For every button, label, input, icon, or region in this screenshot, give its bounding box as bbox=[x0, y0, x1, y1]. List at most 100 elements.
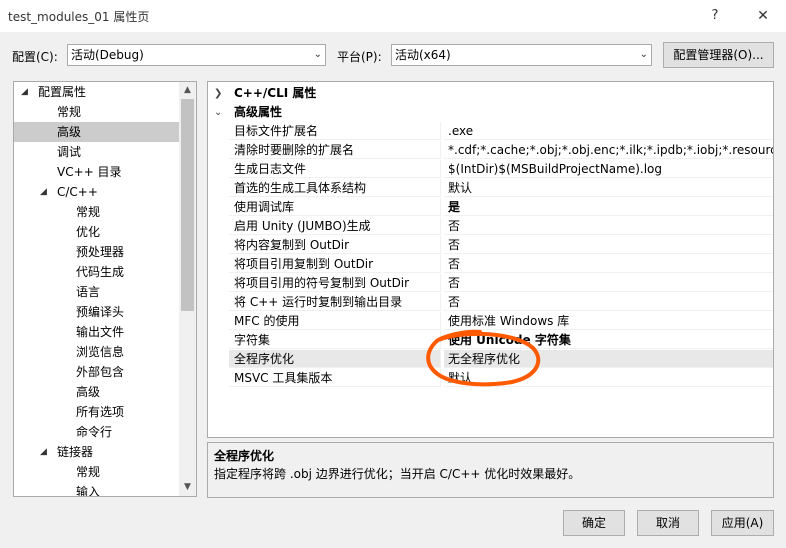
tree-item-label: VC++ 目录 bbox=[57, 165, 122, 179]
tree-item[interactable]: ◢ C/C++ bbox=[14, 182, 180, 202]
property-row[interactable]: 将内容复制到 OutDir 否 bbox=[208, 236, 773, 255]
tree-item-label: 所有选项 bbox=[76, 405, 125, 419]
property-tree[interactable]: ◢ 配置属性 常规 高级 调试 VC++ 目录 ◢ C/C++ 常规 优化 预处理器 代码生成 语言 预编… bbox=[13, 81, 197, 497]
tree-item[interactable]: ◢ 配置属性 bbox=[14, 82, 180, 102]
row-gutter bbox=[208, 179, 229, 198]
tree-item[interactable]: 输出文件 bbox=[14, 322, 180, 342]
scroll-thumb[interactable] bbox=[181, 99, 194, 311]
tree-item[interactable]: 常规 bbox=[14, 202, 180, 222]
description-panel: 全程序优化 指定程序将跨 .obj 边界进行优化；当开启 C/C++ 优化时效果… bbox=[207, 442, 774, 498]
property-value[interactable]: 否 bbox=[444, 255, 773, 273]
tree-item[interactable]: 所有选项 bbox=[14, 402, 180, 422]
config-label: 配置(C): bbox=[12, 50, 58, 64]
property-value[interactable]: *.cdf;*.cache;*.obj;*.obj.enc;*.ilk;*.ip… bbox=[444, 141, 773, 159]
tree-item-label: 浏览信息 bbox=[76, 345, 125, 359]
ok-button[interactable]: 确定 bbox=[563, 510, 625, 536]
expand-triangle-icon[interactable]: ◢ bbox=[21, 82, 28, 102]
row-gutter bbox=[208, 198, 229, 217]
row-gutter bbox=[208, 122, 229, 141]
close-icon[interactable]: ✕ bbox=[750, 4, 776, 28]
row-gutter bbox=[208, 312, 229, 331]
property-name: 将项目引用复制到 OutDir bbox=[229, 255, 441, 273]
property-row[interactable]: 将项目引用复制到 OutDir 否 bbox=[208, 255, 773, 274]
tree-item[interactable]: 调试 bbox=[14, 142, 180, 162]
property-row[interactable]: 将 C++ 运行时复制到输出目录否 bbox=[208, 293, 773, 312]
tree-item-label: 输出文件 bbox=[76, 325, 125, 339]
tree-scrollbar[interactable]: ▲ ▼ bbox=[179, 82, 196, 496]
category-label: C++/CLI 属性 bbox=[234, 86, 317, 100]
config-value: 活动(Debug) bbox=[71, 48, 144, 62]
category-label: 高级属性 bbox=[234, 105, 283, 119]
chevron-right-icon[interactable]: ❯ bbox=[214, 84, 222, 103]
platform-label: 平台(P): bbox=[337, 50, 382, 64]
property-value[interactable]: $(IntDir)$(MSBuildProjectName).log bbox=[444, 160, 773, 178]
tree-item-label: 语言 bbox=[76, 285, 101, 299]
platform-select[interactable]: 活动(x64) ⌄ bbox=[391, 44, 652, 66]
row-gutter bbox=[208, 236, 229, 255]
chevron-down-icon: ⌄ bbox=[639, 49, 648, 60]
tree-item[interactable]: 常规 bbox=[14, 102, 180, 122]
property-value[interactable]: 是 bbox=[444, 198, 773, 216]
chevron-down-icon[interactable]: ⌄ bbox=[214, 103, 222, 122]
property-row[interactable]: 目标文件扩展名 .exe bbox=[208, 122, 773, 141]
row-gutter bbox=[208, 274, 229, 293]
tree-item-label: 代码生成 bbox=[76, 265, 125, 279]
config-select[interactable]: 活动(Debug) ⌄ bbox=[67, 44, 326, 66]
tree-item-label: 高级 bbox=[76, 385, 101, 399]
property-name: 目标文件扩展名 bbox=[229, 122, 441, 140]
tree-item-label: 链接器 bbox=[57, 445, 94, 459]
scroll-down-icon[interactable]: ▼ bbox=[179, 479, 196, 496]
property-name: 全程序优化 bbox=[229, 350, 441, 368]
row-gutter bbox=[208, 293, 229, 312]
expand-triangle-icon[interactable]: ◢ bbox=[40, 442, 47, 462]
scroll-up-icon[interactable]: ▲ bbox=[179, 82, 196, 99]
row-gutter bbox=[208, 141, 229, 160]
help-icon[interactable]: ? bbox=[703, 4, 727, 28]
property-name: 启用 Unity (JUMBO)生成 bbox=[229, 217, 441, 235]
tree-item-label: 预处理器 bbox=[76, 245, 125, 259]
property-value[interactable]: 否 bbox=[444, 293, 773, 311]
tree-item[interactable]: 高级 bbox=[14, 122, 180, 142]
tree-item[interactable]: 外部包含 bbox=[14, 362, 180, 382]
property-row[interactable]: 启用 Unity (JUMBO)生成否 bbox=[208, 217, 773, 236]
tree-item[interactable]: 输入 bbox=[14, 482, 180, 496]
tree-item[interactable]: 预编译头 bbox=[14, 302, 180, 322]
row-gutter bbox=[208, 350, 229, 369]
category-cli[interactable]: ❯ C++/CLI 属性 bbox=[208, 84, 773, 103]
description-text: 指定程序将跨 .obj 边界进行优化；当开启 C/C++ 优化时效果最好。 bbox=[214, 467, 581, 481]
tree-item[interactable]: 代码生成 bbox=[14, 262, 180, 282]
tree-item-label: 常规 bbox=[76, 205, 101, 219]
property-row[interactable]: 生成日志文件 $(IntDir)$(MSBuildProjectName).log bbox=[208, 160, 773, 179]
tree-item[interactable]: ◢ 链接器 bbox=[14, 442, 180, 462]
property-row[interactable]: 将项目引用的符号复制到 OutDir 否 bbox=[208, 274, 773, 293]
cancel-button[interactable]: 取消 bbox=[637, 510, 699, 536]
category-advanced[interactable]: ⌄ 高级属性 bbox=[208, 103, 773, 122]
tree-item-label: 外部包含 bbox=[76, 365, 125, 379]
property-value[interactable]: 否 bbox=[444, 236, 773, 254]
tree-item[interactable]: 预处理器 bbox=[14, 242, 180, 262]
property-name: 将项目引用的符号复制到 OutDir bbox=[229, 274, 441, 292]
tree-item-label: 高级 bbox=[57, 125, 82, 139]
tree-item[interactable]: 高级 bbox=[14, 382, 180, 402]
property-name: MSVC 工具集版本 bbox=[229, 369, 441, 387]
tree-item-label: C/C++ bbox=[57, 185, 98, 199]
tree-item[interactable]: 语言 bbox=[14, 282, 180, 302]
tree-item[interactable]: VC++ 目录 bbox=[14, 162, 180, 182]
tree-item[interactable]: 浏览信息 bbox=[14, 342, 180, 362]
platform-value: 活动(x64) bbox=[395, 48, 451, 62]
property-row[interactable]: 使用调试库是 bbox=[208, 198, 773, 217]
property-value[interactable]: 否 bbox=[444, 274, 773, 292]
property-value[interactable]: 否 bbox=[444, 217, 773, 235]
tree-item[interactable]: 命令行 bbox=[14, 422, 180, 442]
property-row[interactable]: 首选的生成工具体系结构 默认 bbox=[208, 179, 773, 198]
tree-item[interactable]: 优化 bbox=[14, 222, 180, 242]
property-value[interactable]: .exe bbox=[444, 122, 773, 140]
property-value[interactable]: 默认 bbox=[444, 179, 773, 197]
expand-triangle-icon[interactable]: ◢ bbox=[40, 182, 47, 202]
apply-button[interactable]: 应用(A) bbox=[711, 510, 774, 536]
tree-item-label: 调试 bbox=[57, 145, 82, 159]
config-manager-button[interactable]: 配置管理器(O)... bbox=[663, 42, 774, 68]
property-name: 字符集 bbox=[229, 331, 441, 349]
property-row[interactable]: 清除时要删除的扩展名 *.cdf;*.cache;*.obj;*.obj.enc;… bbox=[208, 141, 773, 160]
tree-item[interactable]: 常规 bbox=[14, 462, 180, 482]
